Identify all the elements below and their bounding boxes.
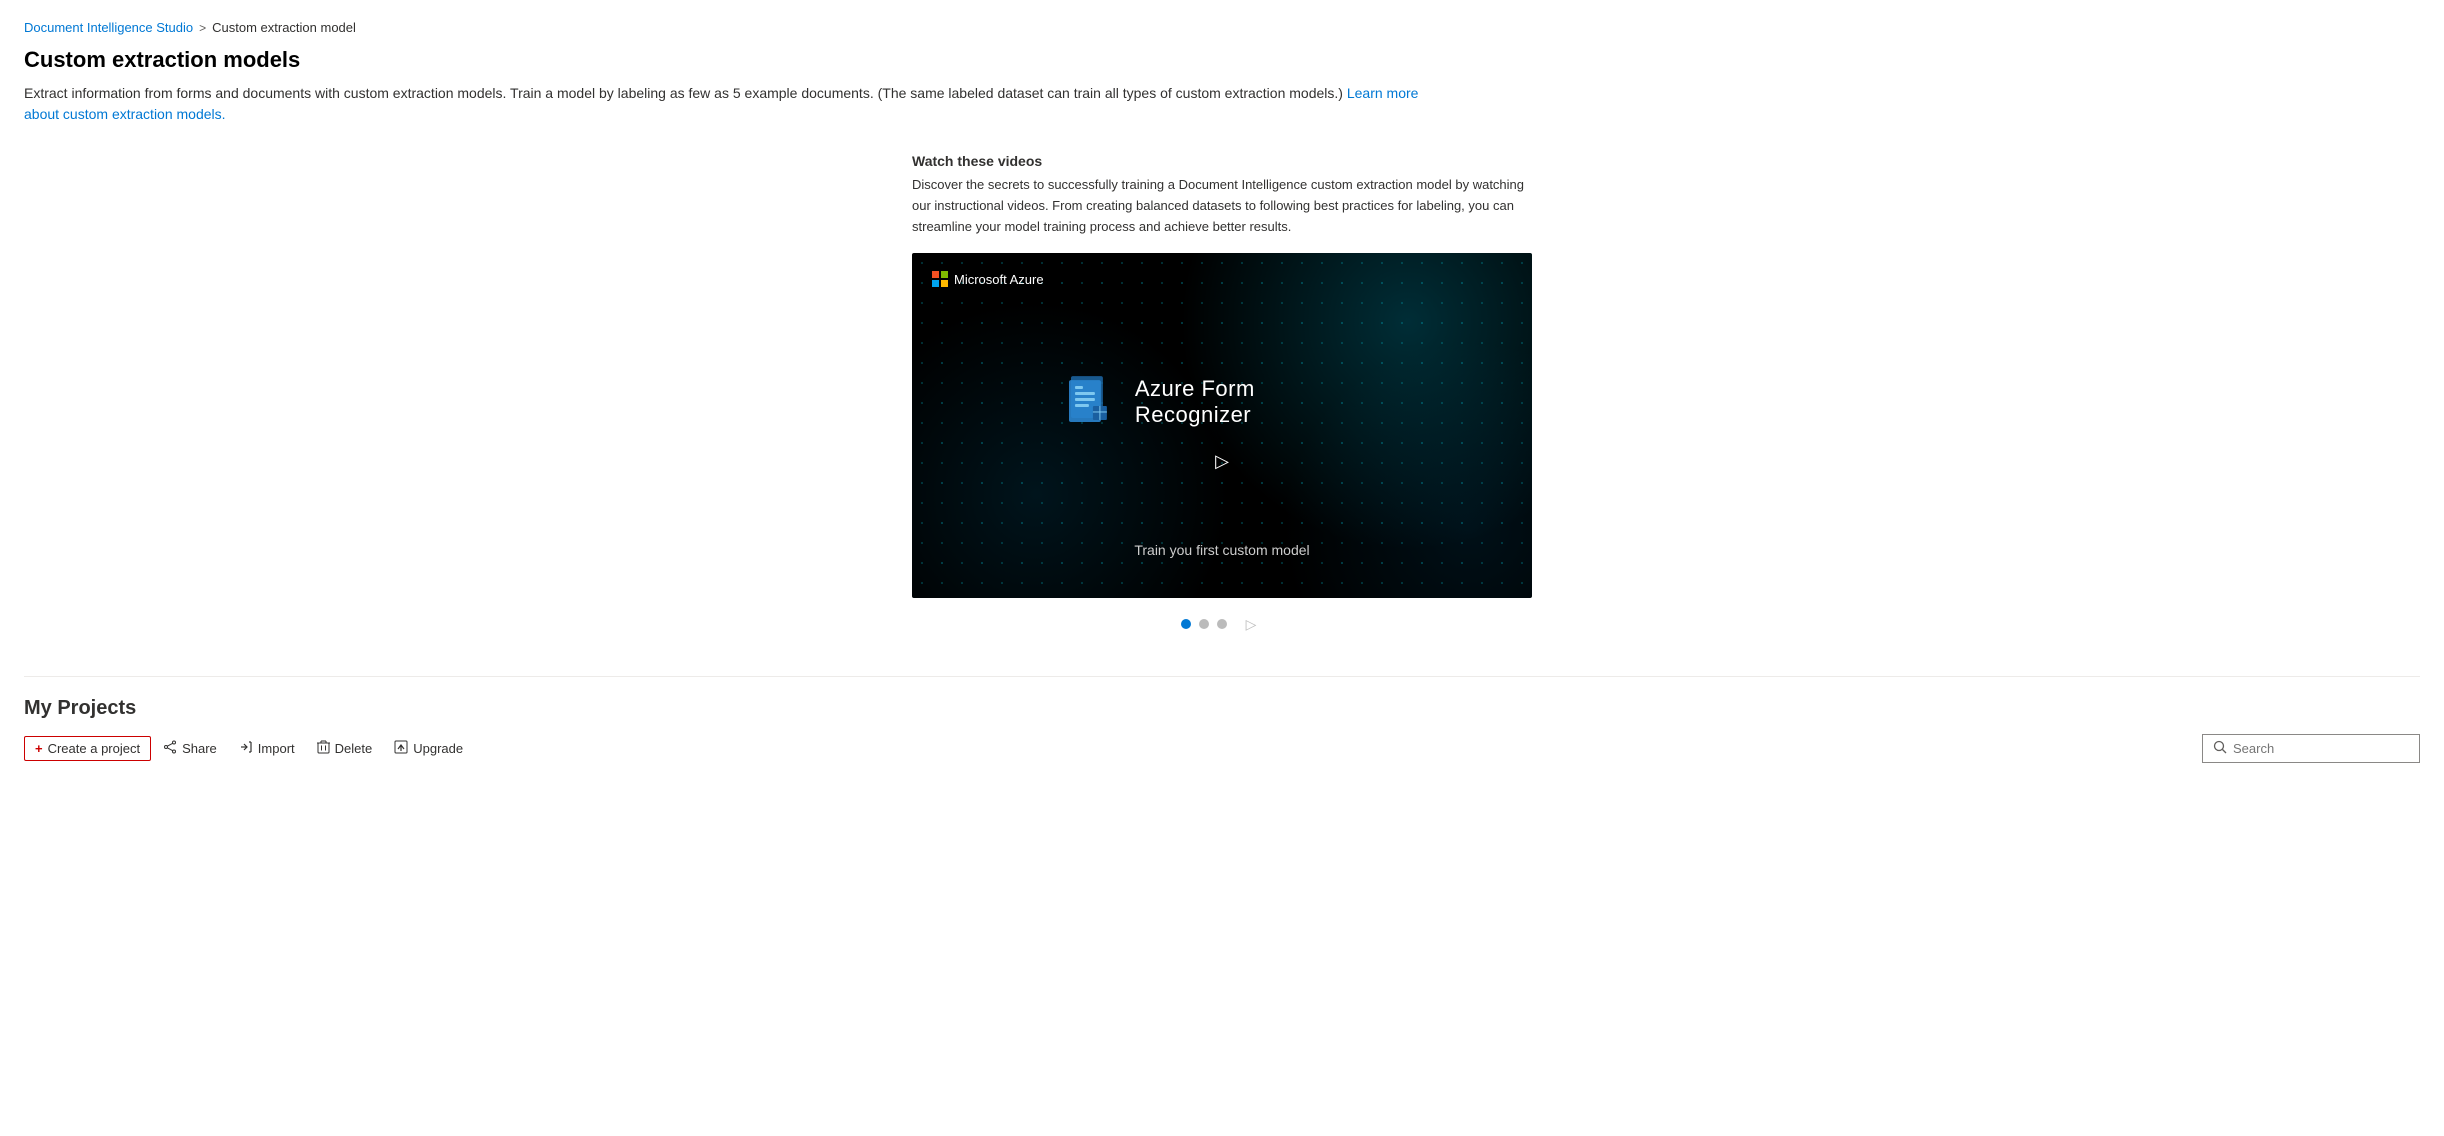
my-projects-section: My Projects + Create a project [24,676,2420,763]
carousel-dot-2[interactable] [1199,619,1209,629]
video-subtitle: Train you first custom model [1134,542,1309,558]
share-label: Share [182,741,217,756]
toolbar-left: + Create a project Share [24,735,2202,762]
search-icon [2213,740,2227,757]
video-doc-icon [1067,374,1115,430]
page-description-text: Extract information from forms and docum… [24,85,1343,101]
carousel-dot-1[interactable] [1181,619,1191,629]
video-title-text: Azure Form Recognizer [1135,376,1377,428]
delete-icon [317,740,330,757]
create-project-button[interactable]: + Create a project [24,736,151,761]
page-title: Custom extraction models [24,47,2420,73]
microsoft-logo [932,271,948,287]
upgrade-button[interactable]: Upgrade [384,735,473,762]
ms-sq-green [941,271,948,278]
delete-button[interactable]: Delete [307,735,383,762]
ms-sq-yellow [941,280,948,287]
azure-logo-text: Microsoft Azure [954,272,1044,287]
breadcrumb: Document Intelligence Studio > Custom ex… [24,20,2420,35]
delete-label: Delete [335,741,373,756]
upgrade-icon [394,740,408,757]
video-thumbnail[interactable]: Microsoft Azure [912,253,1532,598]
import-button[interactable]: Import [229,735,305,762]
page-description: Extract information from forms and docum… [24,83,1424,125]
share-button[interactable]: Share [153,735,227,762]
video-play-button[interactable]: ▷ [1206,446,1238,478]
search-box[interactable] [2202,734,2420,763]
video-center-content: Azure Form Recognizer ▷ [1067,374,1377,478]
video-icon-area: Azure Form Recognizer [1067,374,1377,430]
video-azure-logo: Microsoft Azure [932,271,1044,287]
video-info-title: Watch these videos [912,153,1532,169]
carousel-next-button[interactable]: ▷ [1239,612,1263,636]
my-projects-title: My Projects [24,697,2420,720]
breadcrumb-parent-link[interactable]: Document Intelligence Studio [24,20,193,35]
import-label: Import [258,741,295,756]
plus-icon: + [35,741,43,756]
import-icon [239,740,253,757]
carousel-dot-3[interactable] [1217,619,1227,629]
carousel-indicators: ▷ [1181,612,1263,636]
ms-sq-red [932,271,939,278]
breadcrumb-separator: > [199,21,206,35]
projects-toolbar: + Create a project Share [24,734,2420,763]
upgrade-label: Upgrade [413,741,463,756]
video-section: Watch these videos Discover the secrets … [24,153,2420,636]
share-icon [163,740,177,757]
search-input[interactable] [2233,741,2409,756]
video-info: Watch these videos Discover the secrets … [912,153,1532,237]
video-info-description: Discover the secrets to successfully tra… [912,175,1532,237]
create-project-label: Create a project [48,741,141,756]
ms-sq-blue [932,280,939,287]
breadcrumb-current: Custom extraction model [212,20,356,35]
